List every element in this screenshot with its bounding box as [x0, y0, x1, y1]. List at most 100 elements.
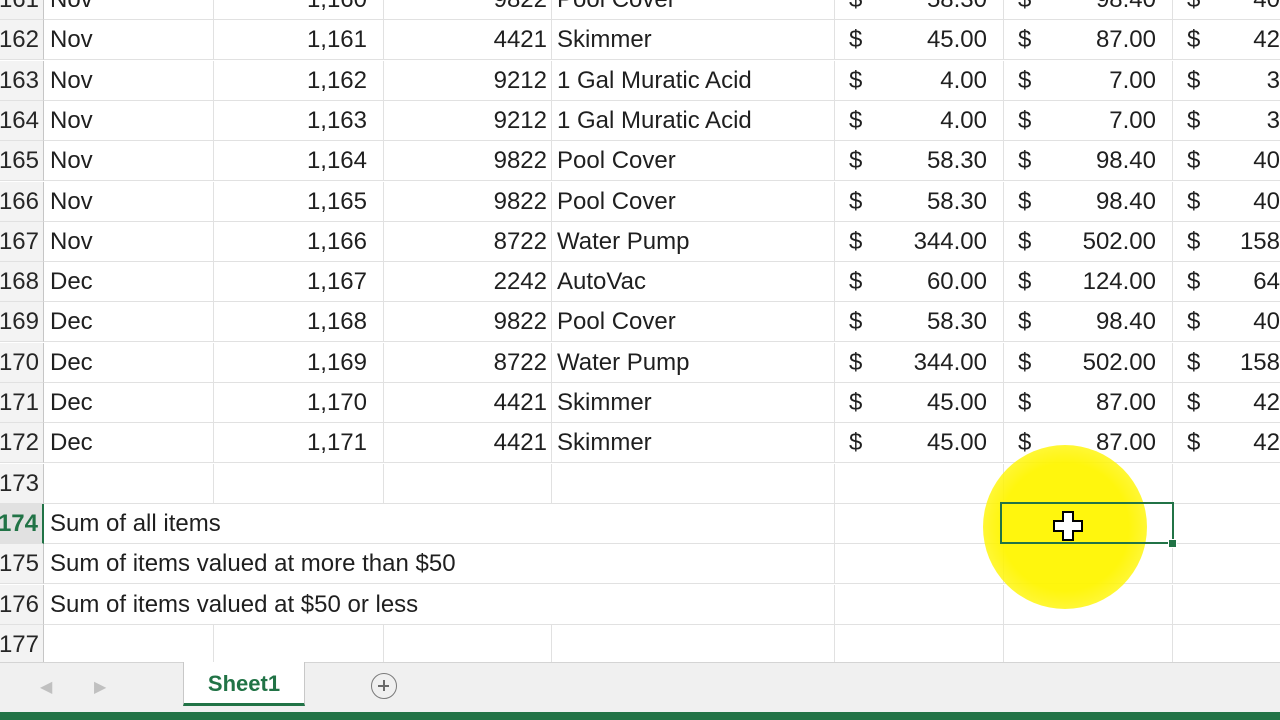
empty-cell[interactable] — [1173, 464, 1280, 504]
empty-cell[interactable] — [552, 584, 835, 625]
cell-code[interactable]: 4421 — [384, 20, 552, 61]
empty-cell[interactable] — [214, 463, 384, 504]
row-header[interactable]: 171 — [0, 383, 44, 423]
cell-month[interactable]: Dec — [44, 342, 214, 383]
cell-cost[interactable]: $58.30 — [835, 141, 1004, 182]
empty-cell[interactable] — [1173, 625, 1280, 662]
cell-month[interactable]: Nov — [44, 20, 214, 61]
empty-cell[interactable] — [1173, 504, 1280, 544]
cell-code[interactable]: 2242 — [384, 262, 552, 303]
cell-code[interactable]: 9212 — [384, 60, 552, 101]
cell-id[interactable]: 1,160 — [214, 0, 384, 20]
cell-total[interactable]: $158 — [1173, 343, 1280, 383]
cell-price[interactable]: $98.40 — [1004, 181, 1173, 222]
cell-cost[interactable]: $45.00 — [835, 20, 1004, 61]
empty-cell[interactable] — [1173, 585, 1280, 625]
cell-total[interactable]: $64 — [1173, 262, 1280, 303]
row-header[interactable]: 167 — [0, 221, 44, 262]
row-header[interactable]: 176 — [0, 584, 44, 625]
cell-item[interactable]: Water Pump — [552, 221, 835, 262]
cell-cost[interactable]: $344.00 — [835, 342, 1004, 383]
cell-month[interactable]: Dec — [44, 383, 214, 423]
cell-cost[interactable]: $4.00 — [835, 100, 1004, 141]
cell-month[interactable]: Dec — [44, 423, 214, 464]
cell-cost[interactable]: $45.00 — [835, 383, 1004, 423]
empty-cell[interactable] — [552, 544, 835, 585]
cell-month[interactable]: Nov — [44, 221, 214, 262]
fill-handle[interactable] — [1168, 539, 1177, 548]
cell-id[interactable]: 1,166 — [214, 221, 384, 262]
cell-id[interactable]: 1,161 — [214, 20, 384, 61]
row-header[interactable]: 173 — [0, 463, 44, 504]
cell-month[interactable]: Dec — [44, 262, 214, 303]
plus-circle-icon[interactable] — [371, 673, 397, 699]
cell-total[interactable]: $42 — [1173, 423, 1280, 464]
summary-label[interactable]: Sum of items valued at $50 or less — [44, 585, 554, 625]
cell-code[interactable]: 9212 — [384, 100, 552, 141]
cell-code[interactable]: 4421 — [384, 383, 552, 423]
row-header[interactable]: 161 — [0, 0, 44, 20]
cell-item[interactable]: 1 Gal Muratic Acid — [552, 100, 835, 141]
cell-id[interactable]: 1,162 — [214, 60, 384, 101]
row-header[interactable]: 175 — [0, 544, 44, 585]
empty-cell[interactable] — [835, 584, 1004, 625]
cell-month[interactable]: Nov — [44, 141, 214, 182]
row-header[interactable]: 165 — [0, 141, 44, 182]
cell-item[interactable]: Skimmer — [552, 383, 835, 423]
empty-cell[interactable] — [835, 463, 1004, 504]
cell-code[interactable]: 9822 — [384, 141, 552, 182]
cell-item[interactable]: Skimmer — [552, 20, 835, 61]
empty-cell[interactable] — [44, 624, 214, 662]
tab-sheet1[interactable]: Sheet1 — [183, 662, 305, 706]
cell-total[interactable]: $40 — [1173, 141, 1280, 182]
cell-price[interactable]: $98.40 — [1004, 141, 1173, 182]
row-header[interactable]: 169 — [0, 302, 44, 343]
cell-price[interactable]: $502.00 — [1004, 342, 1173, 383]
empty-cell[interactable] — [552, 503, 835, 544]
cell-item[interactable]: Pool Cover — [552, 0, 835, 20]
row-header[interactable]: 168 — [0, 262, 44, 303]
triangle-right-icon[interactable]: ▶ — [94, 677, 106, 697]
cell-price[interactable]: $7.00 — [1004, 100, 1173, 141]
cell-price[interactable]: $98.40 — [1004, 302, 1173, 343]
row-header[interactable]: 170 — [0, 342, 44, 383]
cell-cost[interactable]: $344.00 — [835, 221, 1004, 262]
cell-item[interactable]: 1 Gal Muratic Acid — [552, 60, 835, 101]
cell-id[interactable]: 1,169 — [214, 342, 384, 383]
cell-cost[interactable]: $58.30 — [835, 0, 1004, 20]
summary-label[interactable]: Sum of all items — [44, 504, 554, 544]
cell-cost[interactable]: $58.30 — [835, 181, 1004, 222]
cell-price[interactable]: $87.00 — [1004, 20, 1173, 61]
cell-total[interactable]: $40 — [1173, 302, 1280, 343]
row-header[interactable]: 164 — [0, 100, 44, 141]
empty-cell[interactable] — [552, 463, 835, 504]
cell-code[interactable]: 8722 — [384, 342, 552, 383]
cell-price[interactable]: $124.00 — [1004, 262, 1173, 303]
cell-price[interactable]: $98.40 — [1004, 0, 1173, 20]
cell-price[interactable]: $502.00 — [1004, 221, 1173, 262]
cell-month[interactable]: Nov — [44, 100, 214, 141]
cell-cost[interactable]: $45.00 — [835, 423, 1004, 464]
cell-code[interactable]: 4421 — [384, 423, 552, 464]
cell-item[interactable]: AutoVac — [552, 262, 835, 303]
cell-cost[interactable]: $4.00 — [835, 60, 1004, 101]
empty-cell[interactable] — [835, 544, 1004, 585]
cell-month[interactable]: Nov — [44, 181, 214, 222]
cell-total[interactable]: $158 — [1173, 222, 1280, 262]
cell-price[interactable]: $7.00 — [1004, 60, 1173, 101]
cell-code[interactable]: 9822 — [384, 181, 552, 222]
row-header[interactable]: 172 — [0, 423, 44, 464]
row-header[interactable]: 174 — [0, 503, 44, 544]
empty-cell[interactable] — [1004, 624, 1173, 662]
cell-item[interactable]: Skimmer — [552, 423, 835, 464]
active-cell[interactable] — [1000, 502, 1174, 544]
triangle-left-icon[interactable]: ◀ — [40, 677, 52, 697]
cell-code[interactable]: 8722 — [384, 221, 552, 262]
cell-total[interactable]: $40 — [1173, 182, 1280, 222]
row-header[interactable]: 162 — [0, 20, 44, 61]
cell-item[interactable]: Pool Cover — [552, 141, 835, 182]
cell-id[interactable]: 1,164 — [214, 141, 384, 182]
cell-id[interactable]: 1,170 — [214, 383, 384, 423]
cell-total[interactable]: $42 — [1173, 383, 1280, 423]
empty-cell[interactable] — [214, 624, 384, 662]
